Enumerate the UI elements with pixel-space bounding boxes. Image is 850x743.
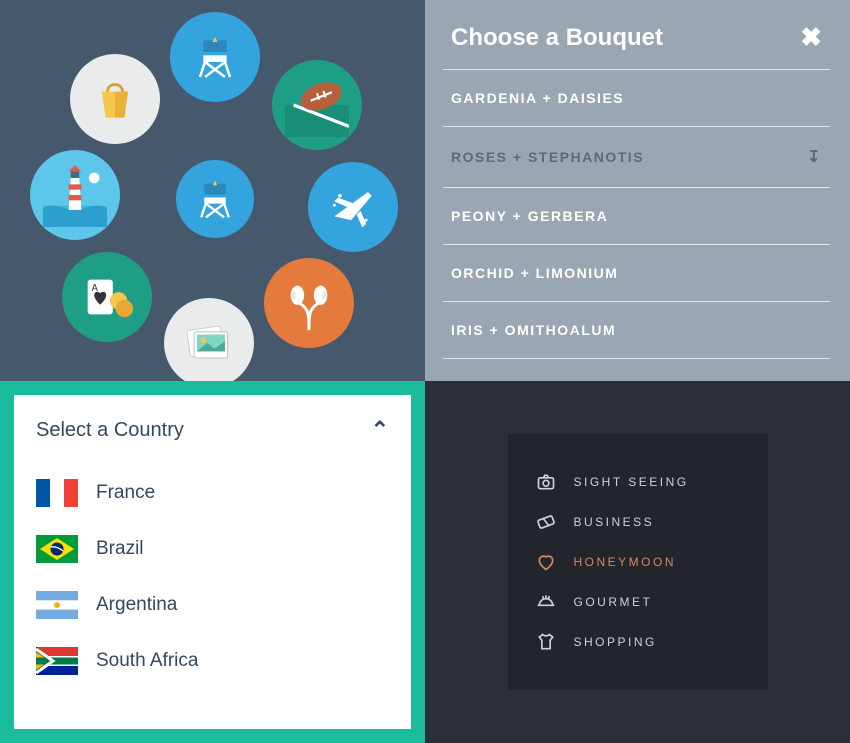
country-panel: Select a Country ⌃ France Brazil Argentina… (0, 381, 425, 743)
photos-icon[interactable] (164, 298, 254, 388)
chair-icon[interactable] (170, 12, 260, 102)
chevron-up-icon: ⌃ (371, 417, 389, 443)
bouquet-item-label: ROSES + STEPHANOTIS (451, 149, 644, 165)
bouquet-item-1[interactable]: ROSES + STEPHANOTIS ↧ (443, 127, 830, 188)
south-africa-flag-icon (36, 647, 78, 675)
football-icon[interactable] (272, 60, 362, 150)
arrow-down-icon: ↧ (807, 147, 822, 167)
heart-icon (536, 552, 556, 572)
activity-panel: SIGHT SEEING BUSINESS HONEYMOON GOURMET SHOP… (425, 381, 850, 743)
playing-cards-icon[interactable]: A (62, 252, 152, 342)
activity-item-camera[interactable]: SIGHT SEEING (536, 462, 740, 502)
country-item-france[interactable]: France (36, 465, 389, 521)
activity-item-dish[interactable]: GOURMET (536, 582, 740, 622)
chair-center-icon[interactable] (176, 160, 254, 238)
bouquet-item-3[interactable]: ORCHID + LIMONIUM (443, 245, 830, 302)
bouquet-item-2[interactable]: PEONY + GERBERA (443, 188, 830, 245)
brazil-flag-icon (36, 535, 78, 563)
activity-item-label: SHOPPING (574, 635, 657, 649)
activity-item-ticket[interactable]: BUSINESS (536, 502, 740, 542)
lighthouse-icon[interactable] (30, 150, 120, 240)
bouquet-item-label: IRIS + OMITHOALUM (451, 322, 616, 338)
activity-item-label: BUSINESS (574, 515, 655, 529)
country-item-label: Argentina (96, 594, 177, 616)
country-item-south-africa[interactable]: South Africa (36, 633, 389, 689)
activity-item-label: GOURMET (574, 595, 653, 609)
country-select-header[interactable]: Select a Country ⌃ (36, 417, 389, 443)
france-flag-icon (36, 479, 78, 507)
activity-item-tshirt[interactable]: SHOPPING (536, 622, 740, 662)
argentina-flag-icon (36, 591, 78, 619)
bouquet-item-label: GARDENIA + DAISIES (451, 90, 624, 106)
ticket-icon (536, 512, 556, 532)
country-item-label: South Africa (96, 650, 198, 672)
bouquet-item-0[interactable]: GARDENIA + DAISIES (443, 70, 830, 127)
airplane-icon[interactable] (308, 162, 398, 252)
country-item-label: France (96, 482, 155, 504)
bouquet-title: Choose a Bouquet (451, 24, 663, 52)
country-item-label: Brazil (96, 538, 144, 560)
country-title: Select a Country (36, 419, 184, 442)
bouquet-item-4[interactable]: IRIS + OMITHOALUM (443, 302, 830, 359)
bouquet-panel: Choose a Bouquet ✖ GARDENIA + DAISIES ROS… (425, 0, 850, 381)
close-icon[interactable]: ✖ (800, 22, 822, 53)
earbuds-icon[interactable] (264, 258, 354, 348)
camera-icon (536, 472, 556, 492)
activity-item-label: HONEYMOON (574, 555, 677, 569)
bouquet-item-label: PEONY + GERBERA (451, 208, 608, 224)
activity-item-label: SIGHT SEEING (574, 475, 689, 489)
activity-item-heart[interactable]: HONEYMOON (536, 542, 740, 582)
dish-icon (536, 592, 556, 612)
bouquet-item-label: ORCHID + LIMONIUM (451, 265, 618, 281)
tshirt-icon (536, 632, 556, 652)
country-item-brazil[interactable]: Brazil (36, 521, 389, 577)
icon-ring-panel: A (0, 0, 425, 381)
shopping-bag-icon[interactable] (70, 54, 160, 144)
country-item-argentina[interactable]: Argentina (36, 577, 389, 633)
